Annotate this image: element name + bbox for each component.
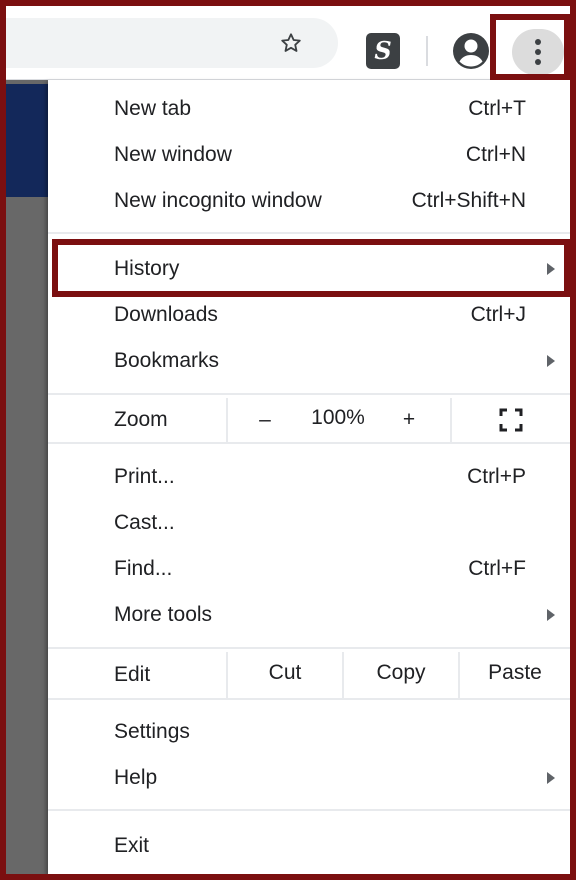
menu-item-new-window[interactable]: New window Ctrl+N (48, 135, 570, 175)
menu-dot-icon (535, 49, 541, 55)
menu-separator (48, 393, 570, 395)
menu-item-shortcut: Ctrl+F (468, 557, 526, 580)
menu-item-label: History (114, 257, 180, 280)
cut-button[interactable]: Cut (228, 652, 342, 698)
zoom-level: 100% (311, 406, 365, 429)
zoom-divider (226, 398, 228, 442)
menu-item-label: Find... (114, 557, 173, 580)
submenu-arrow-icon (547, 772, 555, 784)
menu-dot-icon (535, 59, 541, 65)
zoom-row: Zoom – 100% + (48, 398, 570, 442)
menu-item-label: Downloads (114, 303, 218, 326)
menu-item-label: New incognito window (114, 189, 322, 212)
menu-separator (48, 698, 570, 700)
fullscreen-icon[interactable] (499, 408, 523, 432)
menu-item-exit[interactable]: Exit (48, 826, 570, 866)
menu-item-label: Cast... (114, 511, 175, 534)
menu-item-downloads[interactable]: Downloads Ctrl+J (48, 295, 570, 335)
menu-item-shortcut: Ctrl+T (468, 97, 526, 120)
copy-button[interactable]: Copy (344, 652, 458, 698)
menu-item-label: New tab (114, 97, 192, 120)
menu-item-settings[interactable]: Settings (48, 712, 570, 752)
menu-dot-icon (535, 39, 541, 45)
menu-item-label: Help (114, 766, 158, 789)
paste-button[interactable]: Paste (460, 652, 570, 698)
menu-item-label: Settings (114, 720, 190, 743)
browser-toolbar: S (6, 6, 570, 80)
star-icon[interactable] (280, 32, 302, 54)
toolbar-separator (426, 36, 428, 66)
address-bar[interactable] (6, 18, 338, 68)
zoom-out-button[interactable]: – (248, 400, 282, 440)
menu-item-history[interactable]: History (48, 249, 570, 289)
menu-separator (48, 442, 570, 444)
submenu-arrow-icon (547, 263, 555, 275)
menu-item-shortcut: Ctrl+N (465, 143, 526, 166)
menu-separator (48, 232, 570, 234)
page-header-strip (6, 84, 48, 197)
browser-menu: New tab Ctrl+T New window Ctrl+N New inc… (48, 80, 570, 874)
zoom-divider (450, 398, 452, 442)
menu-item-shortcut: Ctrl+Shift+N (411, 189, 526, 212)
menu-item-label: Bookmarks (114, 349, 220, 372)
menu-item-find[interactable]: Find... Ctrl+F (48, 549, 570, 589)
menu-item-help[interactable]: Help (48, 758, 570, 798)
menu-button[interactable] (512, 29, 564, 75)
zoom-label: Zoom (114, 408, 168, 431)
menu-item-new-incognito-window[interactable]: New incognito window Ctrl+Shift+N (48, 181, 570, 221)
menu-separator (48, 809, 570, 811)
menu-item-shortcut: Ctrl+P (467, 465, 526, 488)
menu-item-label: Exit (114, 834, 150, 857)
menu-item-label: Print... (114, 465, 175, 488)
extension-icon[interactable]: S (366, 33, 400, 69)
menu-item-cast[interactable]: Cast... (48, 503, 570, 543)
edit-row: Edit Cut Copy Paste (48, 652, 570, 698)
menu-item-more-tools[interactable]: More tools (48, 595, 570, 635)
zoom-in-button[interactable]: + (394, 400, 424, 440)
menu-item-print[interactable]: Print... Ctrl+P (48, 457, 570, 497)
menu-item-new-tab[interactable]: New tab Ctrl+T (48, 89, 570, 129)
menu-separator (48, 647, 570, 649)
menu-item-label: More tools (114, 603, 213, 626)
menu-item-shortcut: Ctrl+J (470, 303, 526, 326)
menu-item-label: New window (114, 143, 232, 166)
account-icon[interactable] (453, 33, 489, 69)
submenu-arrow-icon (547, 355, 555, 367)
menu-item-bookmarks[interactable]: Bookmarks (48, 341, 570, 381)
edit-label: Edit (114, 663, 151, 686)
page-background (6, 80, 48, 874)
submenu-arrow-icon (547, 609, 555, 621)
